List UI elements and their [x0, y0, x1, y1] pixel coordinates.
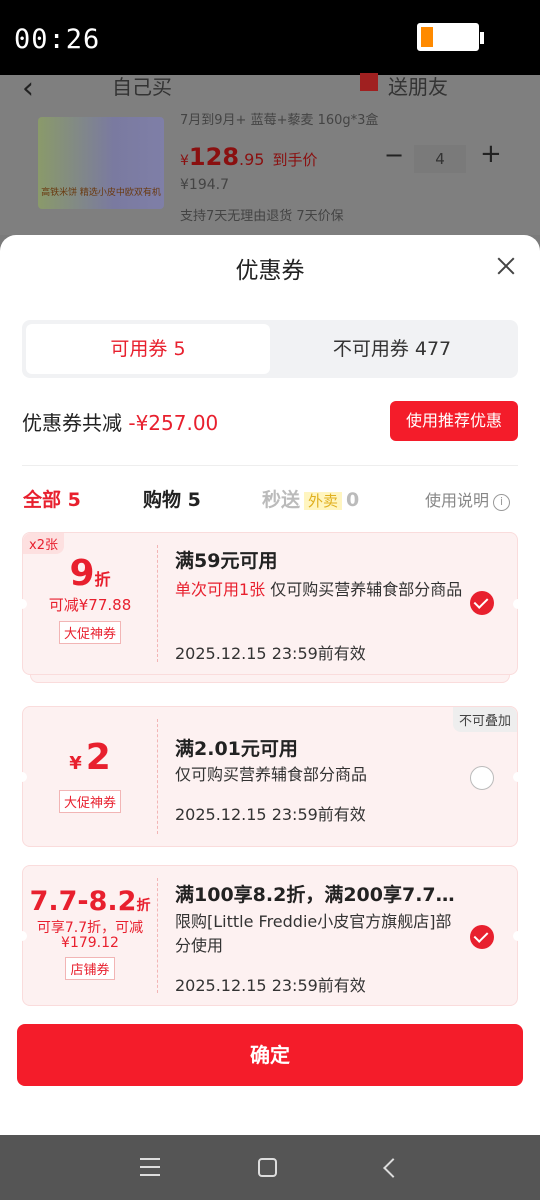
system-nav-bar — [0, 1135, 540, 1200]
battery-level — [421, 27, 433, 47]
coupon-type-tag: 店铺券 — [65, 957, 115, 980]
coupon-expiry: 2025.12.15 23:59前有效 — [175, 644, 366, 663]
coupon-desc: 限购[Little Freddie小皮官方旗舰店]部分使用 — [175, 912, 452, 955]
info-icon: i — [493, 494, 511, 511]
back-arrow-icon: ‹ — [22, 71, 34, 106]
use-recommended-button[interactable]: 使用推荐优惠 — [390, 401, 518, 441]
divider — [22, 465, 518, 466]
check-icon[interactable] — [470, 925, 494, 949]
coupon-stack-edge — [30, 675, 510, 683]
coupon-value: ¥2 大促神券 — [23, 707, 157, 846]
tab-self-buy: 自己买 — [112, 75, 172, 99]
coupon-type-tag: 大促神券 — [58, 790, 121, 813]
coupon-card[interactable]: x2张 9折 可减¥77.88 大促神券 满59元可用 单次可用1张 仅可购买营… — [17, 532, 523, 675]
total-discount-amount: -¥257.00 — [128, 411, 219, 435]
coupon-title: 满2.01元可用 — [175, 738, 298, 760]
coupon-value: 9折 可减¥77.88 大促神券 — [48, 553, 132, 644]
original-price: ¥194.7 — [180, 177, 229, 193]
filter-all[interactable]: 全部 5 — [23, 485, 81, 512]
filter-shopping[interactable]: 购物 5 — [143, 485, 201, 512]
coupon-filters: 全部 5 购物 5 秒送 外卖 0 使用说明 i — [0, 485, 540, 515]
background-product-page: ‹ 自己买 送朋友 7月到9月+ 蓝莓+藜麦 160g*3盒 高铁米饼 精选小皮… — [0, 71, 540, 235]
quantity-value: 4 — [414, 145, 466, 173]
confirm-button[interactable]: 确定 — [17, 1024, 523, 1086]
coupon-value: 7.7-8.2折 可享7.7折，可减¥179.12 店铺券 — [29, 886, 151, 980]
product-price: ¥128.95 到手价 — [180, 143, 318, 171]
tab-unavailable[interactable]: 不可用券 477 — [270, 324, 514, 374]
coupon-desc: 仅可购买营养辅食部分商品 — [175, 765, 368, 784]
back-icon[interactable] — [380, 1157, 402, 1179]
usage-help-link[interactable]: 使用说明 i — [425, 487, 511, 511]
coupon-type-tag: 大促神券 — [58, 621, 121, 644]
menu-icon[interactable] — [140, 1158, 160, 1176]
coupon-card[interactable]: 7.7-8.2折 可享7.7折，可减¥179.12 店铺券 满100享8.2折，… — [17, 865, 523, 1006]
check-icon[interactable] — [470, 591, 494, 615]
quantity-minus: − — [384, 141, 405, 169]
coupon-desc: 单次可用1张 仅可购买营养辅食部分商品 — [175, 580, 463, 599]
home-icon[interactable] — [258, 1158, 277, 1177]
product-spec: 7月到9月+ 蓝莓+藜麦 160g*3盒 — [180, 113, 379, 128]
coupon-card[interactable]: 不可叠加 ¥2 大促神券 满2.01元可用 仅可购买营养辅食部分商品 2025.… — [17, 706, 523, 847]
coupon-tabs: 可用券 5 不可用券 477 — [22, 320, 518, 378]
total-discount: 优惠券共减 -¥257.00 — [22, 411, 219, 435]
coupon-title: 满100享8.2折，满200享7.7… — [175, 884, 455, 906]
battery-icon — [417, 23, 484, 51]
service-promise: 支持7天无理由退货 7天价保 — [180, 209, 344, 224]
check-icon[interactable] — [470, 766, 494, 790]
close-icon[interactable] — [493, 253, 519, 279]
coupon-expiry: 2025.12.15 23:59前有效 — [175, 805, 366, 824]
tab-gift-friend: 送朋友 — [388, 75, 448, 99]
sheet-title: 优惠券 — [235, 258, 305, 284]
not-stackable-badge: 不可叠加 — [452, 707, 517, 732]
status-time: 00:26 — [14, 24, 101, 55]
quantity-plus: + — [480, 139, 502, 169]
coupon-title: 满59元可用 — [175, 550, 278, 572]
gift-icon — [360, 73, 378, 91]
product-thumbnail-caption: 高铁米饼 精选小皮中欧双有机 — [41, 188, 161, 198]
filter-fast-delivery[interactable]: 秒送 外卖 0 — [262, 485, 359, 512]
coupon-sheet: 优惠券 可用券 5 不可用券 477 优惠券共减 -¥257.00 使用推荐优惠… — [0, 235, 540, 1135]
tab-available[interactable]: 可用券 5 — [26, 324, 270, 374]
status-bar: 00:26 — [0, 0, 540, 75]
coupon-expiry: 2025.12.15 23:59前有效 — [175, 976, 366, 995]
